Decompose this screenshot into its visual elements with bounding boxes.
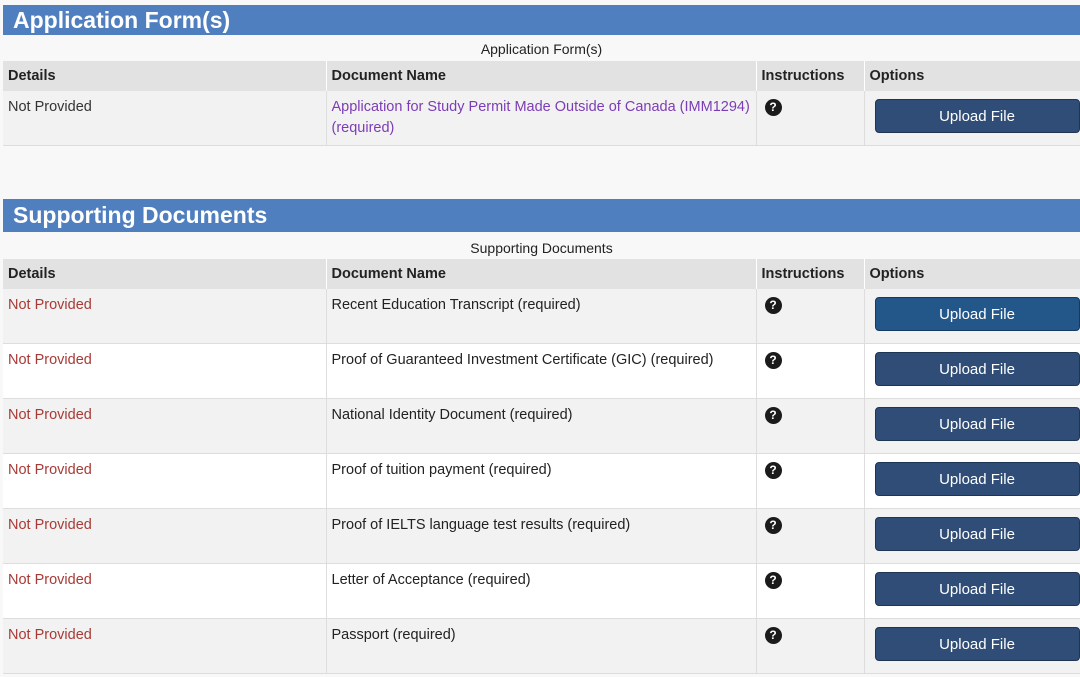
status-text: Not Provided — [8, 352, 92, 368]
instructions-cell: ? — [756, 563, 865, 619]
document-name: Recent Education Transcript (required) — [331, 297, 581, 313]
instructions-cell: ? — [756, 508, 865, 564]
document-name-cell: Letter of Acceptance (required) — [326, 563, 757, 619]
options-cell: Upload File — [864, 563, 1080, 619]
details-cell: Not Provided — [3, 289, 327, 344]
column-header-details: Details — [3, 61, 327, 91]
table-row: Not Provided Proof of IELTS language tes… — [3, 508, 1080, 564]
table-row: Not Provided Passport (required) ? Uploa… — [3, 618, 1080, 674]
question-circle-icon[interactable]: ? — [764, 407, 782, 424]
document-name: Proof of IELTS language test results (re… — [331, 517, 631, 533]
document-name-cell: Application for Study Permit Made Outsid… — [326, 91, 757, 146]
options-cell: Upload File — [864, 343, 1080, 399]
application-forms-header: Application Form(s) — [3, 5, 1080, 35]
table-header-row: Details Document Name Instructions Optio… — [3, 259, 1080, 289]
column-header-details: Details — [3, 259, 327, 289]
options-cell: Upload File — [864, 453, 1080, 509]
question-circle-icon[interactable]: ? — [764, 297, 782, 314]
document-name-cell: Proof of IELTS language test results (re… — [326, 508, 757, 564]
question-circle-icon[interactable]: ? — [764, 462, 782, 479]
document-name-cell: Proof of Guaranteed Investment Certifica… — [326, 343, 757, 399]
status-text: Not Provided — [8, 627, 92, 643]
table-row: Not Provided Letter of Acceptance (requi… — [3, 563, 1080, 619]
document-name-cell: Proof of tuition payment (required) — [326, 453, 757, 509]
question-circle-icon[interactable]: ? — [764, 572, 782, 589]
column-header-document-name: Document Name — [326, 259, 757, 289]
question-circle-icon[interactable]: ? — [764, 627, 782, 644]
status-text: Not Provided — [8, 407, 92, 423]
table-row: Not Provided Application for Study Permi… — [3, 91, 1080, 146]
upload-file-button[interactable]: Upload File — [874, 352, 1080, 386]
options-cell: Upload File — [864, 508, 1080, 564]
document-name: Proof of Guaranteed Investment Certifica… — [331, 352, 714, 368]
application-forms-table: Details Document Name Instructions Optio… — [3, 61, 1080, 146]
details-cell: Not Provided — [3, 91, 327, 146]
options-cell: Upload File — [864, 289, 1080, 344]
document-name: National Identity Document (required) — [331, 407, 573, 423]
instructions-cell: ? — [756, 289, 865, 344]
options-cell: Upload File — [864, 398, 1080, 454]
upload-file-button[interactable]: Upload File — [874, 462, 1080, 496]
details-cell: Not Provided — [3, 563, 327, 619]
options-cell: Upload File — [864, 91, 1080, 146]
instructions-cell: ? — [756, 618, 865, 674]
upload-file-button[interactable]: Upload File — [874, 297, 1080, 331]
instructions-cell: ? — [756, 453, 865, 509]
upload-file-button[interactable]: Upload File — [874, 517, 1080, 551]
column-header-instructions: Instructions — [756, 259, 865, 289]
details-cell: Not Provided — [3, 398, 327, 454]
application-forms-caption: Application Form(s) — [480, 41, 603, 57]
instructions-cell: ? — [756, 343, 865, 399]
table-header-row: Details Document Name Instructions Optio… — [3, 61, 1080, 91]
options-cell: Upload File — [864, 618, 1080, 674]
supporting-documents-caption: Supporting Documents — [470, 240, 613, 256]
upload-file-button[interactable]: Upload File — [874, 572, 1080, 606]
question-circle-icon[interactable]: ? — [764, 352, 782, 369]
status-text: Not Provided — [8, 297, 92, 313]
document-name: Passport (required) — [331, 627, 456, 643]
document-name: Proof of tuition payment (required) — [331, 462, 552, 478]
column-header-options: Options — [864, 259, 1080, 289]
status-text: Not Provided — [8, 517, 92, 533]
document-link[interactable]: Application for Study Permit Made Outsid… — [332, 99, 750, 136]
status-text: Not Provided — [8, 462, 92, 478]
details-cell: Not Provided — [3, 618, 327, 674]
supporting-documents-table: Details Document Name Instructions Optio… — [3, 259, 1080, 674]
table-row: Not Provided Proof of Guaranteed Investm… — [3, 343, 1080, 399]
document-name: Letter of Acceptance (required) — [331, 572, 531, 588]
table-row: Not Provided Recent Education Transcript… — [3, 289, 1080, 344]
details-cell: Not Provided — [3, 453, 327, 509]
instructions-cell: ? — [756, 91, 865, 146]
column-header-options: Options — [864, 61, 1080, 91]
status-text: Not Provided — [8, 99, 92, 115]
supporting-documents-header: Supporting Documents — [3, 199, 1080, 232]
question-circle-icon[interactable]: ? — [764, 517, 782, 534]
upload-file-button[interactable]: Upload File — [874, 407, 1080, 441]
instructions-cell: ? — [756, 398, 865, 454]
status-text: Not Provided — [8, 572, 92, 588]
details-cell: Not Provided — [3, 508, 327, 564]
table-row: Not Provided Proof of tuition payment (r… — [3, 453, 1080, 509]
details-cell: Not Provided — [3, 343, 327, 399]
upload-file-button[interactable]: Upload File — [874, 627, 1080, 661]
table-row: Not Provided National Identity Document … — [3, 398, 1080, 454]
document-name-cell: National Identity Document (required) — [326, 398, 757, 454]
question-circle-icon[interactable]: ? — [764, 99, 782, 116]
document-name-cell: Recent Education Transcript (required) — [326, 289, 757, 344]
upload-file-button[interactable]: Upload File — [874, 99, 1080, 133]
document-name-cell: Passport (required) — [326, 618, 757, 674]
column-header-instructions: Instructions — [756, 61, 865, 91]
column-header-document-name: Document Name — [326, 61, 757, 91]
